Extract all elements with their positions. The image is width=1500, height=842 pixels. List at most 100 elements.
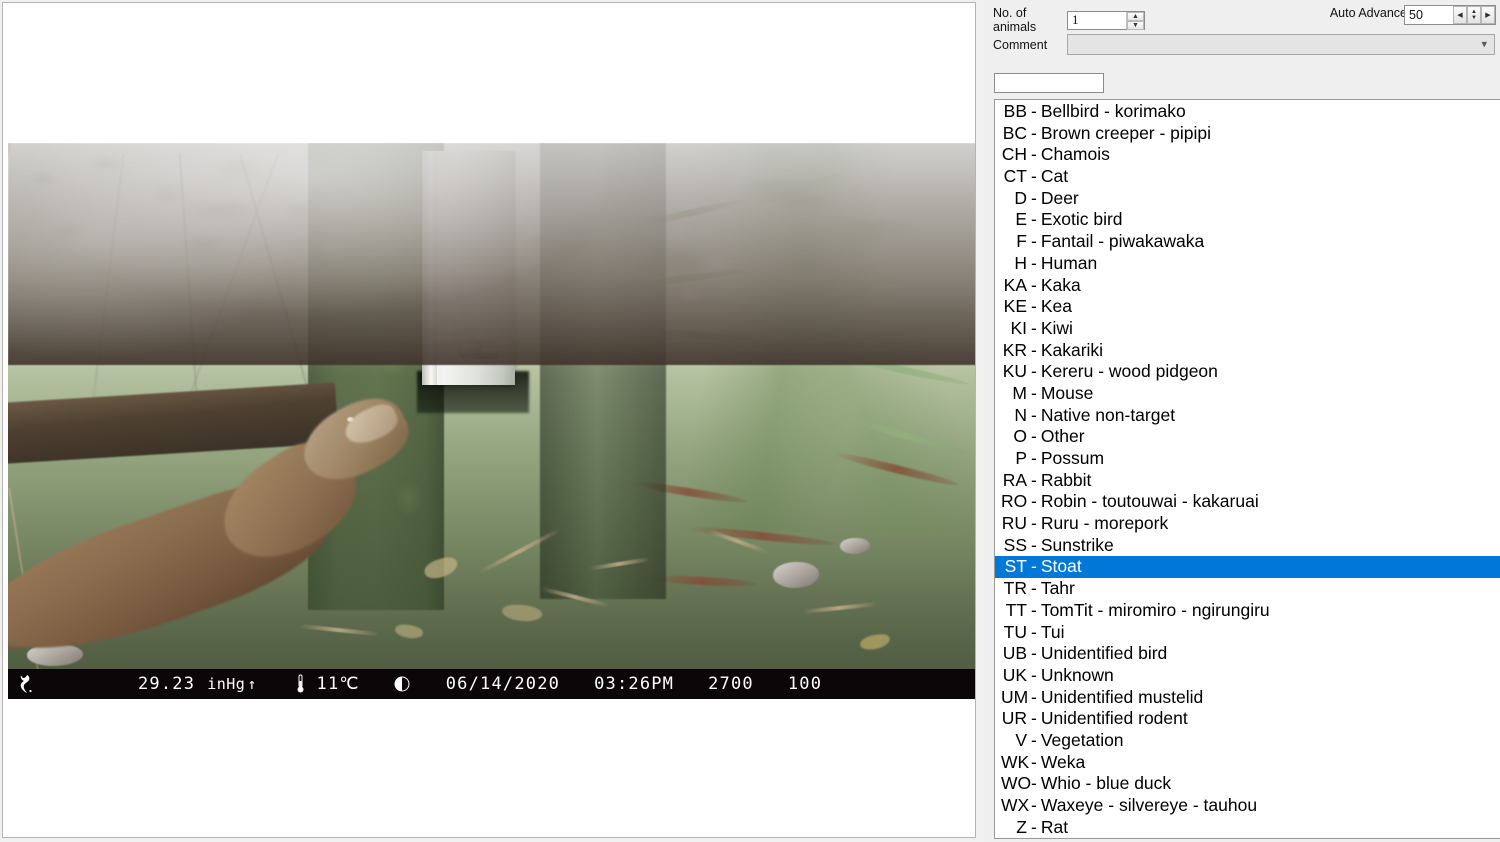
species-code: M (1012, 382, 1027, 403)
species-list-item[interactable]: WX - Waxeye - silvereye - tauhou (995, 795, 1500, 817)
spinner-updown-buttons[interactable]: ▲ ▼ (1467, 6, 1481, 24)
species-separator: - (1031, 382, 1037, 403)
species-list-item[interactable]: H - Human (995, 253, 1500, 275)
species-code: UK (1002, 664, 1027, 685)
species-separator: - (1031, 621, 1037, 642)
species-list-item[interactable]: UR - Unidentified rodent (995, 708, 1500, 730)
species-list-item[interactable]: D - Deer (995, 188, 1500, 210)
species-name: Deer (1040, 187, 1079, 208)
no-of-animals-input[interactable] (1072, 12, 1128, 28)
species-name: Vegetation (1040, 729, 1124, 750)
species-list-item[interactable]: KE - Kea (995, 296, 1500, 318)
species-code: WK (1001, 751, 1030, 772)
auto-advance-delay-input[interactable] (1409, 7, 1451, 23)
species-code: CT (1003, 166, 1027, 187)
species-code: WO (1001, 773, 1032, 794)
species-list-item[interactable]: BC - Brown creeper - pipipi (995, 123, 1500, 145)
species-separator: - (1031, 339, 1037, 360)
species-name: Kea (1040, 296, 1072, 317)
species-list-item[interactable]: KA - Kaka (995, 275, 1500, 297)
species-list-item[interactable]: WO - Whio - blue duck (995, 773, 1500, 795)
species-code: WX (1001, 795, 1030, 815)
auto-advance-spin-buttons[interactable]: ◀ ▲ ▼ ▶ (1453, 6, 1495, 24)
species-filter-input[interactable] (995, 74, 1103, 92)
species-separator: - (1031, 469, 1037, 490)
species-list-item[interactable]: UB - Unidentified bird (995, 643, 1500, 665)
no-of-animals-stepper[interactable]: ▲ ▼ (1067, 10, 1145, 30)
species-list-item[interactable]: TU - Tui (995, 622, 1500, 644)
species-list-item[interactable]: P - Possum (995, 448, 1500, 470)
species-list-item[interactable]: Z - Rat (995, 816, 1500, 838)
species-list-item[interactable]: UM - Unidentified mustelid (995, 687, 1500, 709)
species-name: Fantail - piwakawaka (1040, 231, 1205, 252)
spinner-left-icon[interactable]: ◀ (1453, 6, 1467, 24)
species-code: SS (1003, 534, 1027, 555)
species-name: Waxeye - silvereye - tauhou (1040, 795, 1258, 815)
spinner-right-icon[interactable]: ▶ (1481, 6, 1495, 24)
species-list-item[interactable]: F - Fantail - piwakawaka (995, 231, 1500, 253)
species-separator: - (1031, 643, 1037, 664)
species-name: Bellbird - korimako (1040, 101, 1186, 121)
species-name: Ruru - morepork (1040, 513, 1169, 534)
species-name: Human (1040, 252, 1098, 273)
spinner-down-icon[interactable]: ▼ (1471, 15, 1477, 21)
species-list-item[interactable]: KR - Kakariki (995, 340, 1500, 362)
species-list-item[interactable]: SS - Sunstrike (995, 535, 1500, 557)
species-list-item[interactable]: KU - Kereru - wood pidgeon (995, 361, 1500, 383)
species-list-item[interactable]: RU - Ruru - morepork (995, 513, 1500, 535)
species-list-item[interactable]: TR - Tahr (995, 578, 1500, 600)
camera-trap-photo[interactable]: 29.23 inHg ↑ 11℃ 06/14/2020 03:26PM 2700… (8, 143, 975, 699)
species-code: E (1015, 209, 1027, 230)
species-name: Unidentified mustelid (1040, 686, 1204, 707)
auto-advance-delay-stepper[interactable]: ◀ ▲ ▼ ▶ (1404, 5, 1496, 25)
species-list-item[interactable]: CT - Cat (995, 166, 1500, 188)
no-of-animals-spin-buttons[interactable]: ▲ ▼ (1126, 11, 1144, 30)
species-list-item[interactable]: BB - Bellbird - korimako (995, 101, 1500, 123)
spinner-up-icon[interactable]: ▲ (1127, 11, 1144, 21)
species-list-item[interactable]: CH - Chamois (995, 144, 1500, 166)
species-list-item[interactable]: WK - Weka (995, 752, 1500, 774)
moon-phase-icon (394, 675, 410, 693)
species-list-item[interactable]: V - Vegetation (995, 730, 1500, 752)
species-code: KE (1003, 296, 1027, 317)
species-list-item[interactable]: RO - Robin - toutouwai - kakaruai (995, 491, 1500, 513)
app-window: 29.23 inHg ↑ 11℃ 06/14/2020 03:26PM 2700… (0, 0, 1500, 842)
species-list-item[interactable]: UK - Unknown (995, 665, 1500, 687)
species-list[interactable]: BB - Bellbird - korimako BC - Brown creeper -… (995, 100, 1500, 838)
species-name: Whio - blue duck (1040, 773, 1172, 794)
species-list-item[interactable]: N - Native non-target (995, 405, 1500, 427)
classification-panel: No. of animals ▲ ▼ Comment ▾ Auto Advanc… (985, 0, 1500, 842)
species-code: KA (1003, 274, 1027, 295)
comment-combobox[interactable]: ▾ (1067, 34, 1495, 55)
spinner-down-icon[interactable]: ▼ (1127, 20, 1144, 30)
species-name: TomTit - miromiro - ngirungiru (1040, 599, 1270, 620)
species-name: Kiwi (1040, 317, 1073, 338)
species-separator: - (1031, 491, 1037, 512)
species-list-item[interactable]: M - Mouse (995, 383, 1500, 405)
species-separator: - (1031, 599, 1037, 620)
species-separator: - (1031, 664, 1037, 685)
species-list-item[interactable]: KI - Kiwi (995, 318, 1500, 340)
species-list-item[interactable]: RA - Rabbit (995, 470, 1500, 492)
species-name: Weka (1040, 751, 1086, 772)
species-code: BB (1003, 101, 1027, 121)
species-code: TR (1003, 578, 1027, 599)
pressure-unit: inHg (207, 675, 246, 693)
chevron-down-icon[interactable]: ▾ (1481, 39, 1487, 50)
species-filter-box[interactable] (994, 73, 1104, 93)
species-name: Native non-target (1040, 404, 1176, 425)
species-list-item[interactable]: E - Exotic bird (995, 209, 1500, 231)
species-separator: - (1031, 578, 1037, 599)
species-code: KU (1002, 361, 1027, 382)
species-code: Z (1016, 816, 1027, 837)
species-code: UB (1002, 643, 1027, 664)
species-name: Kereru - wood pidgeon (1040, 361, 1218, 382)
species-list-item[interactable]: ST - Stoat (995, 556, 1500, 579)
species-list-item[interactable]: TT - TomTit - miromiro - ngirungiru (995, 600, 1500, 622)
species-code: TT (1005, 599, 1027, 620)
species-name: Robin - toutouwai - kakaruai (1040, 491, 1259, 512)
species-listbox[interactable]: BB - Bellbird - korimako BC - Brown creeper -… (994, 99, 1500, 839)
species-separator: - (1031, 144, 1037, 165)
species-list-item[interactable]: O - Other (995, 426, 1500, 448)
comment-row: Comment ▾ (993, 34, 1495, 55)
